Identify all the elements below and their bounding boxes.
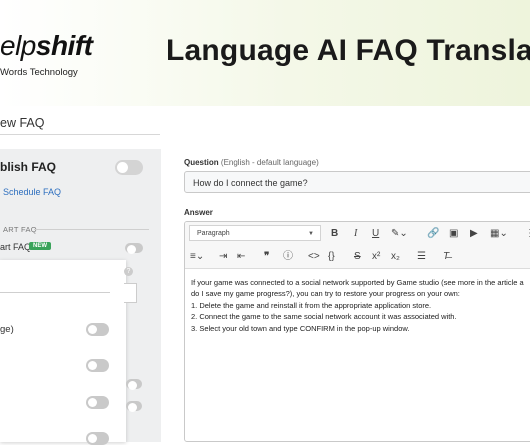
question-label-text: Question: [184, 158, 219, 167]
question-input[interactable]: How do I connect the game?: [184, 171, 530, 193]
clear-format-icon[interactable]: T̶: [443, 245, 449, 268]
subscript-icon[interactable]: x₂: [391, 245, 400, 268]
section-divider: [34, 229, 149, 230]
answer-label: Answer: [184, 208, 213, 217]
quote-icon[interactable]: ❞: [264, 245, 269, 268]
list-icon[interactable]: ☰: [417, 245, 426, 268]
answer-line: 2. Connect the game to the same social n…: [191, 312, 457, 322]
code-icon[interactable]: <>: [308, 245, 320, 268]
strikethrough-icon[interactable]: S: [354, 245, 361, 268]
underline-icon[interactable]: U: [372, 222, 379, 245]
answer-line: 3. Select your old town and type CONFIRM…: [191, 323, 410, 333]
info-icon[interactable]: ⓘ: [283, 245, 293, 268]
answer-line: If your game was connected to a social n…: [191, 278, 524, 287]
dropdown-item-label: ge): [0, 324, 14, 335]
bold-icon[interactable]: B: [331, 222, 338, 245]
divider: [0, 134, 160, 135]
help-icon[interactable]: ?: [124, 267, 133, 276]
new-badge: NEW: [29, 242, 51, 250]
highlight-icon[interactable]: ✎⌄: [391, 222, 408, 245]
dropdown-popover: [0, 260, 126, 442]
toggle-4[interactable]: [86, 432, 109, 445]
video-icon[interactable]: ▶: [470, 222, 478, 245]
editor-toolbar-row-2: ≡⌄ ⇥ ⇤ ❞ ⓘ <> {} S x² x₂ ☰ T̶: [185, 245, 530, 269]
link-icon[interactable]: 🔗: [427, 222, 439, 245]
question-note: (English - default language): [220, 158, 319, 167]
paragraph-select[interactable]: Paragraph ▼: [189, 225, 321, 241]
paragraph-select-value: Paragraph: [197, 230, 230, 237]
panel-title: ew FAQ: [0, 116, 45, 130]
smart-faq-toggle[interactable]: [125, 243, 143, 254]
answer-line: do I save my game progress?), you can tr…: [191, 289, 460, 299]
dropdown-input[interactable]: [124, 283, 137, 303]
image-icon[interactable]: ▣: [449, 222, 458, 245]
toggle-6[interactable]: [126, 401, 142, 412]
align-icon[interactable]: ≡⌄: [190, 245, 204, 268]
indent-icon[interactable]: ⇥: [219, 245, 227, 268]
logo-prefix: elp: [0, 30, 36, 61]
page-headline: Language AI FAQ Translat: [166, 34, 530, 67]
chevron-down-icon: ▼: [308, 231, 314, 237]
more-icon[interactable]: ⋮: [525, 222, 530, 245]
dropdown-divider: [0, 292, 110, 293]
toggle-2[interactable]: [86, 359, 109, 372]
logo-tagline: Words Technology: [0, 67, 78, 78]
toggle-1[interactable]: [86, 323, 109, 336]
smart-faq-label: art FAQ: [0, 242, 32, 252]
question-label: Question (English - default language): [184, 158, 319, 167]
table-icon[interactable]: ▦⌄: [490, 222, 508, 245]
toggle-3[interactable]: [86, 396, 109, 409]
outdent-icon[interactable]: ⇤: [237, 245, 245, 268]
answer-line: 1. Delete the game and reinstall it from…: [191, 300, 432, 310]
logo-bold: shift: [35, 30, 93, 61]
code-block-icon[interactable]: {}: [328, 245, 335, 268]
answer-editor[interactable]: Paragraph ▼ B I U ✎⌄ 🔗 ▣ ▶ ▦⌄ ⋮ ≡⌄ ⇥ ⇤ ❞ …: [184, 221, 530, 442]
italic-icon[interactable]: I: [354, 222, 357, 245]
section-label: ART FAQ: [3, 225, 37, 234]
logo: elpshift: [0, 30, 93, 62]
publish-toggle[interactable]: [115, 160, 143, 175]
header-banner: elpshift Words Technology Language AI FA…: [0, 0, 530, 106]
answer-content[interactable]: If your game was connected to a social n…: [191, 277, 530, 334]
superscript-icon[interactable]: x²: [372, 245, 380, 268]
toggle-5[interactable]: [126, 379, 142, 390]
schedule-faq-link[interactable]: Schedule FAQ: [3, 187, 61, 197]
editor-toolbar-row-1: Paragraph ▼ B I U ✎⌄ 🔗 ▣ ▶ ▦⌄ ⋮: [185, 222, 530, 246]
publish-label: blish FAQ: [0, 160, 57, 174]
